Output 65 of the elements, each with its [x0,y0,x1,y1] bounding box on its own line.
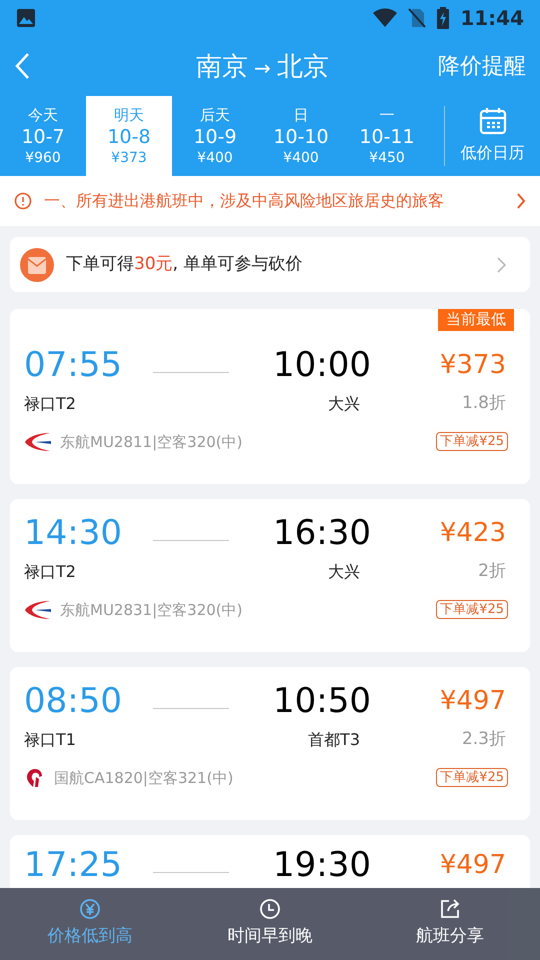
discount: 2折 [478,560,506,583]
flight-info: 东航MU2831|空客320(中) [60,600,242,620]
departure-time: 14:30 [24,513,123,553]
date-tab[interactable]: 日 10-10 ¥400 [258,96,344,176]
departure-airport: 禄口T2 [24,392,77,415]
notice-banner[interactable]: 一、所有进出港航班中，涉及中高风险地区旅居史的旅客 [0,176,540,226]
discount: 2.3折 [462,728,506,751]
sort-tab[interactable]: 航班分享 [360,888,540,960]
destination-city: 北京 [276,51,329,84]
departure-time: 17:25 [24,845,123,885]
route-arrow: → [254,54,271,82]
flight-card[interactable]: 14:30 16:30 ¥423 禄口T2 大兴 2折 东航MU2831|空客320(中) 下单减¥25 [10,499,530,652]
coupon-tag: 下单减¥25 [436,432,508,452]
back-icon [14,52,30,80]
coupon-tag: 下单减¥25 [436,600,508,620]
lowest-price-badge: 当前最低 [438,309,514,331]
arrival-airport: 大兴 [327,392,360,415]
price: ¥497 [440,685,506,718]
flight-info: 东航MU2811|空客320(中) [60,432,242,452]
yuan-icon [79,898,101,920]
image-icon [16,8,36,28]
sort-tab[interactable]: 价格低到高 [0,888,180,960]
date-tab[interactable]: 明天 10-8 ¥373 [86,96,172,176]
notice-text: 一、所有进出港航班中，涉及中高风险地区旅居史的旅客 [44,190,444,212]
calendar-icon [478,107,506,135]
airline-logo-icon [24,430,52,453]
clock-time: 11:44 [460,5,524,32]
battery-icon [436,7,450,29]
coupon-tag: 下单减¥25 [436,768,508,788]
calendar-button[interactable]: 低价日历 [445,96,540,176]
share-icon [439,898,461,920]
arrival-time: 10:00 [273,345,371,385]
envelope-icon [20,248,54,282]
departure-time: 07:55 [24,345,123,385]
chevron-right-icon [516,193,526,209]
info-icon [14,192,32,210]
arrival-time: 10:50 [273,681,371,721]
flight-info: 国航CA1820|空客321(中) [54,768,234,788]
arrival-time: 19:30 [273,845,371,885]
date-tab[interactable]: 一 10-11 ¥450 [344,96,430,176]
departure-airport: 禄口T1 [24,728,77,751]
origin-city: 南京 [196,51,248,84]
arrival-time: 16:30 [273,513,371,553]
arrival-airport: 首都T3 [307,728,360,751]
clock-icon [259,898,281,920]
airline-logo-icon [24,598,52,621]
flight-card[interactable]: 17:25 19:30 ¥497 [10,835,530,888]
price: ¥423 [440,517,506,550]
chevron-right-icon [497,256,506,272]
wifi-icon [372,8,398,28]
departure-time: 08:50 [24,681,123,721]
sort-tab[interactable]: 时间早到晚 [180,888,360,960]
discount: 1.8折 [462,392,506,415]
promo-text: 下单可得30元, 单单可参与砍价 [66,252,302,276]
departure-airport: 禄口T2 [24,560,77,583]
date-tab[interactable]: 后天 10-9 ¥400 [172,96,258,176]
price: ¥373 [440,349,506,382]
date-tab[interactable]: 今天 10-7 ¥960 [0,96,86,176]
no-sim-icon [408,8,426,28]
price-alert-button[interactable]: 降价提醒 [438,50,526,82]
arrival-airport: 大兴 [327,560,360,583]
promo-card[interactable]: 下单可得30元, 单单可参与砍价 [10,237,530,292]
flight-card[interactable]: 当前最低 07:55 10:00 ¥373 禄口T2 大兴 1.8折 东航MU2811|空客320(中) 下单减¥25 [10,309,530,484]
price: ¥497 [440,849,506,882]
flight-card[interactable]: 08:50 10:50 ¥497 禄口T1 首都T3 2.3折 国航CA1820|空客321(中) 下单减¥25 [10,667,530,820]
